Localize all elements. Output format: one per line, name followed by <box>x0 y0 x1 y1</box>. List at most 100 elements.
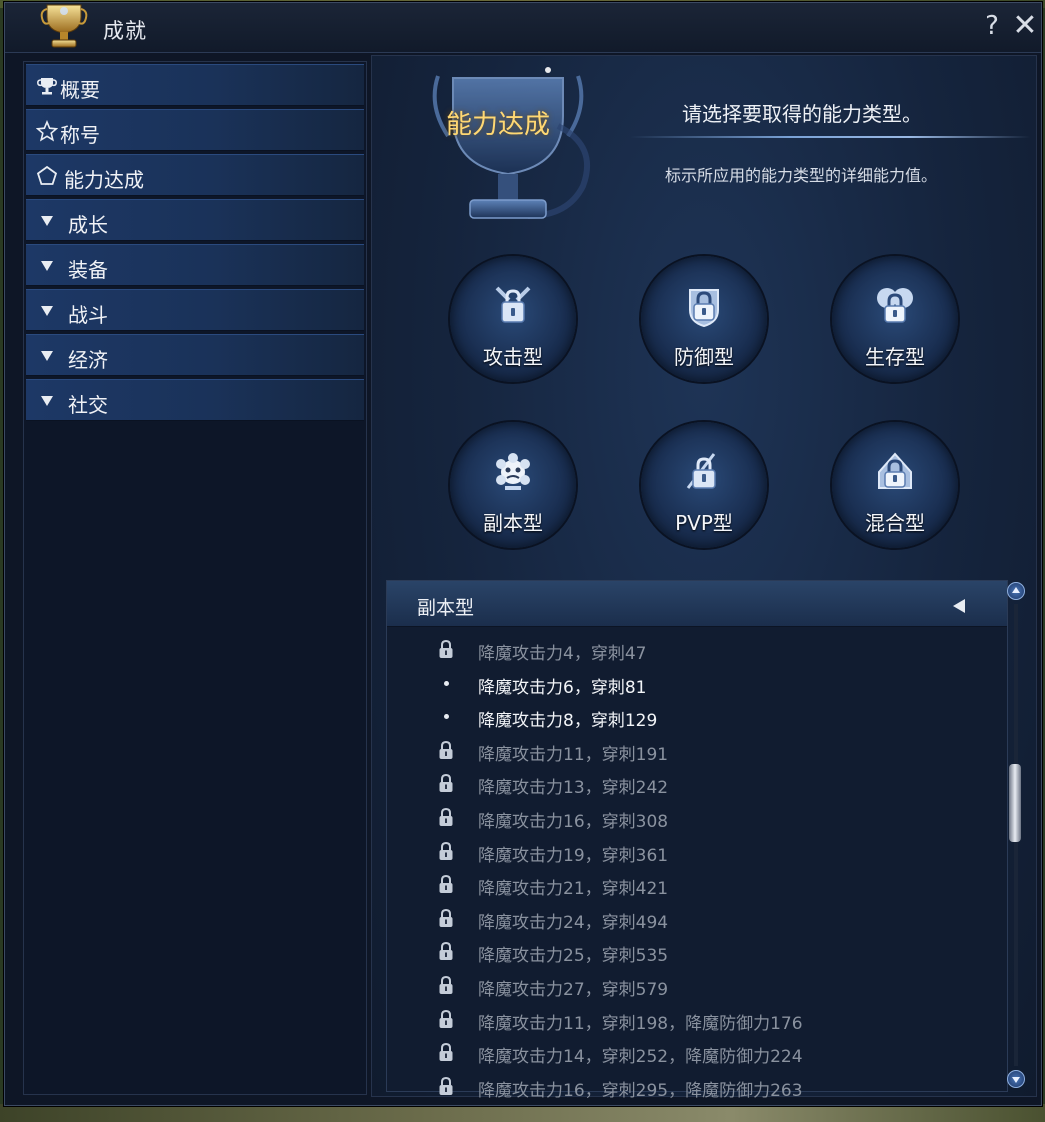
defense-lock-icon <box>689 289 719 328</box>
list-item[interactable]: 降魔攻击力8，穿刺129 <box>387 700 1007 733</box>
sidebar-category-equipment[interactable]: 装备 <box>26 244 364 286</box>
star-icon <box>36 120 58 142</box>
type-attack-button[interactable]: 攻击型 <box>450 256 576 382</box>
list-item-text: 降魔攻击力25，穿刺535 <box>478 946 669 967</box>
trophy-icon <box>37 78 57 95</box>
lock-icon <box>439 841 453 860</box>
sidebar-category-social[interactable]: 社交 <box>26 379 364 421</box>
type-survival-button[interactable]: 生存型 <box>832 256 958 382</box>
section-description: 标示所应用的能力类型的详细能力值。 <box>665 166 938 185</box>
sidebar-item-label: 能力达成 <box>64 168 144 192</box>
pvp-lock-icon <box>686 453 716 489</box>
pentagon-icon <box>36 165 58 185</box>
list-item[interactable]: 降魔攻击力19，穿刺361 <box>387 835 1007 868</box>
ability-main-panel: 能力达成 请选择要取得的能力类型。 标示所应用的能力类型的详细能力值。 攻击型 <box>371 55 1037 1101</box>
window-title: 成就 <box>103 19 147 43</box>
list-item[interactable]: 降魔攻击力24，穿刺494 <box>387 902 1007 935</box>
help-button[interactable]: ? <box>977 11 1007 41</box>
mixed-lock-icon <box>878 452 912 489</box>
divider <box>630 136 1030 138</box>
list-item[interactable]: 降魔攻击力16，穿刺295，降魔防御力263 <box>387 1070 1007 1103</box>
list-item-text: 降魔攻击力21，穿刺421 <box>478 879 669 900</box>
type-defense-button[interactable]: 防御型 <box>641 256 767 382</box>
sidebar-item-ability[interactable]: 能力达成 <box>26 154 364 196</box>
bullet-icon <box>444 680 449 686</box>
sidebar-category-economy[interactable]: 经济 <box>26 334 364 376</box>
sidebar-item-label: 社交 <box>68 393 108 417</box>
type-label: 混合型 <box>865 511 925 535</box>
trophy-header-icon <box>432 67 590 219</box>
triangle-down-icon <box>41 306 53 316</box>
list-title: 副本型 <box>417 597 475 619</box>
list-item[interactable]: 降魔攻击力4，穿刺47 <box>387 633 1007 666</box>
type-pvp-button[interactable]: PVP型 <box>641 422 767 548</box>
list-item[interactable]: 降魔攻击力27，穿刺579 <box>387 969 1007 1002</box>
list-item[interactable]: 降魔攻击力11，穿刺191 <box>387 734 1007 767</box>
list-item[interactable]: 降魔攻击力16，穿刺308 <box>387 801 1007 834</box>
list-item[interactable]: 降魔攻击力21，穿刺421 <box>387 868 1007 901</box>
section-title: 能力达成 <box>446 110 551 140</box>
scroll-thumb[interactable] <box>1009 764 1021 842</box>
lock-icon <box>439 639 453 658</box>
trophy-emblem-icon <box>40 4 88 48</box>
triangle-down-icon <box>41 351 53 361</box>
sidebar-item-overview[interactable]: 概要 <box>26 64 364 106</box>
list-item[interactable]: 降魔攻击力14，穿刺252，降魔防御力224 <box>387 1036 1007 1069</box>
triangle-down-icon <box>41 261 53 271</box>
list-item[interactable]: 降魔攻击力11，穿刺198，降魔防御力176 <box>387 1003 1007 1036</box>
list-item-text: 降魔攻击力19，穿刺361 <box>478 845 669 866</box>
background-bottom <box>0 1104 1045 1122</box>
lock-icon <box>439 1076 453 1095</box>
survival-lock-icon <box>877 288 913 323</box>
list-item[interactable]: 降魔攻击力13，穿刺242 <box>387 767 1007 800</box>
scrollbar[interactable] <box>1006 582 1026 1094</box>
lock-icon <box>439 1043 453 1062</box>
lock-icon <box>439 774 453 793</box>
lock-icon <box>439 807 453 826</box>
dungeon-emblem-icon <box>496 453 530 490</box>
list-item-text: 降魔攻击力8，穿刺129 <box>478 711 658 732</box>
type-label: PVP型 <box>675 511 733 535</box>
lock-icon <box>439 975 453 994</box>
title-bar[interactable]: 成就 ? ✕ <box>5 3 1041 53</box>
sidebar-item-label: 称号 <box>60 123 100 147</box>
scroll-down-button[interactable] <box>1007 1070 1025 1088</box>
sidebar-item-label: 装备 <box>68 258 108 282</box>
triangle-down-icon <box>41 216 53 226</box>
sidebar: 概要 称号 能力达成 成长 装备 战斗 经济 社交 <box>23 61 367 1095</box>
sidebar-item-label: 概要 <box>60 78 100 102</box>
sidebar-category-growth[interactable]: 成长 <box>26 199 364 241</box>
list-item-text: 降魔攻击力16，穿刺295，降魔防御力263 <box>478 1080 803 1101</box>
sidebar-item-label: 成长 <box>68 213 108 237</box>
type-label: 生存型 <box>865 345 925 369</box>
lock-icon <box>439 740 453 759</box>
list-item-text: 降魔攻击力6，穿刺81 <box>478 677 647 698</box>
collapse-arrow-icon[interactable] <box>953 599 965 613</box>
list-item-text: 降魔攻击力13，穿刺242 <box>478 778 669 799</box>
section-subtitle: 请选择要取得的能力类型。 <box>682 102 922 126</box>
sidebar-item-title[interactable]: 称号 <box>26 109 364 151</box>
type-mixed-button[interactable]: 混合型 <box>832 422 958 548</box>
type-label: 防御型 <box>674 345 734 369</box>
scroll-up-button[interactable] <box>1007 582 1025 600</box>
list-item[interactable]: 降魔攻击力6，穿刺81 <box>387 667 1007 700</box>
list-item-text: 降魔攻击力11，穿刺191 <box>478 744 669 765</box>
type-dungeon-button[interactable]: 副本型 <box>450 422 576 548</box>
sidebar-category-combat[interactable]: 战斗 <box>26 289 364 331</box>
sidebar-item-label: 战斗 <box>68 303 108 327</box>
list-item[interactable]: 降魔攻击力25，穿刺535 <box>387 935 1007 968</box>
close-button[interactable]: ✕ <box>1010 11 1040 41</box>
sidebar-item-label: 经济 <box>68 348 108 372</box>
lock-icon <box>439 908 453 927</box>
type-label: 攻击型 <box>483 345 543 369</box>
triangle-down-icon <box>41 396 53 406</box>
list-item-text: 降魔攻击力16，穿刺308 <box>478 812 669 832</box>
ability-list-panel: 副本型 降魔攻击力4，穿刺47 降魔攻击力6，穿刺81 降魔攻击力8，穿刺129 降魔… <box>386 580 1008 1101</box>
list-item-text: 降魔攻击力4，穿刺47 <box>478 644 647 664</box>
list-item-text: 降魔攻击力27，穿刺579 <box>478 980 669 1000</box>
list-item-text: 降魔攻击力24，穿刺494 <box>478 912 669 933</box>
list-header[interactable]: 副本型 <box>387 581 1007 627</box>
lock-icon <box>439 942 453 961</box>
attack-lock-icon <box>495 286 531 323</box>
list-item-text: 降魔攻击力11，穿刺198，降魔防御力176 <box>478 1013 803 1034</box>
